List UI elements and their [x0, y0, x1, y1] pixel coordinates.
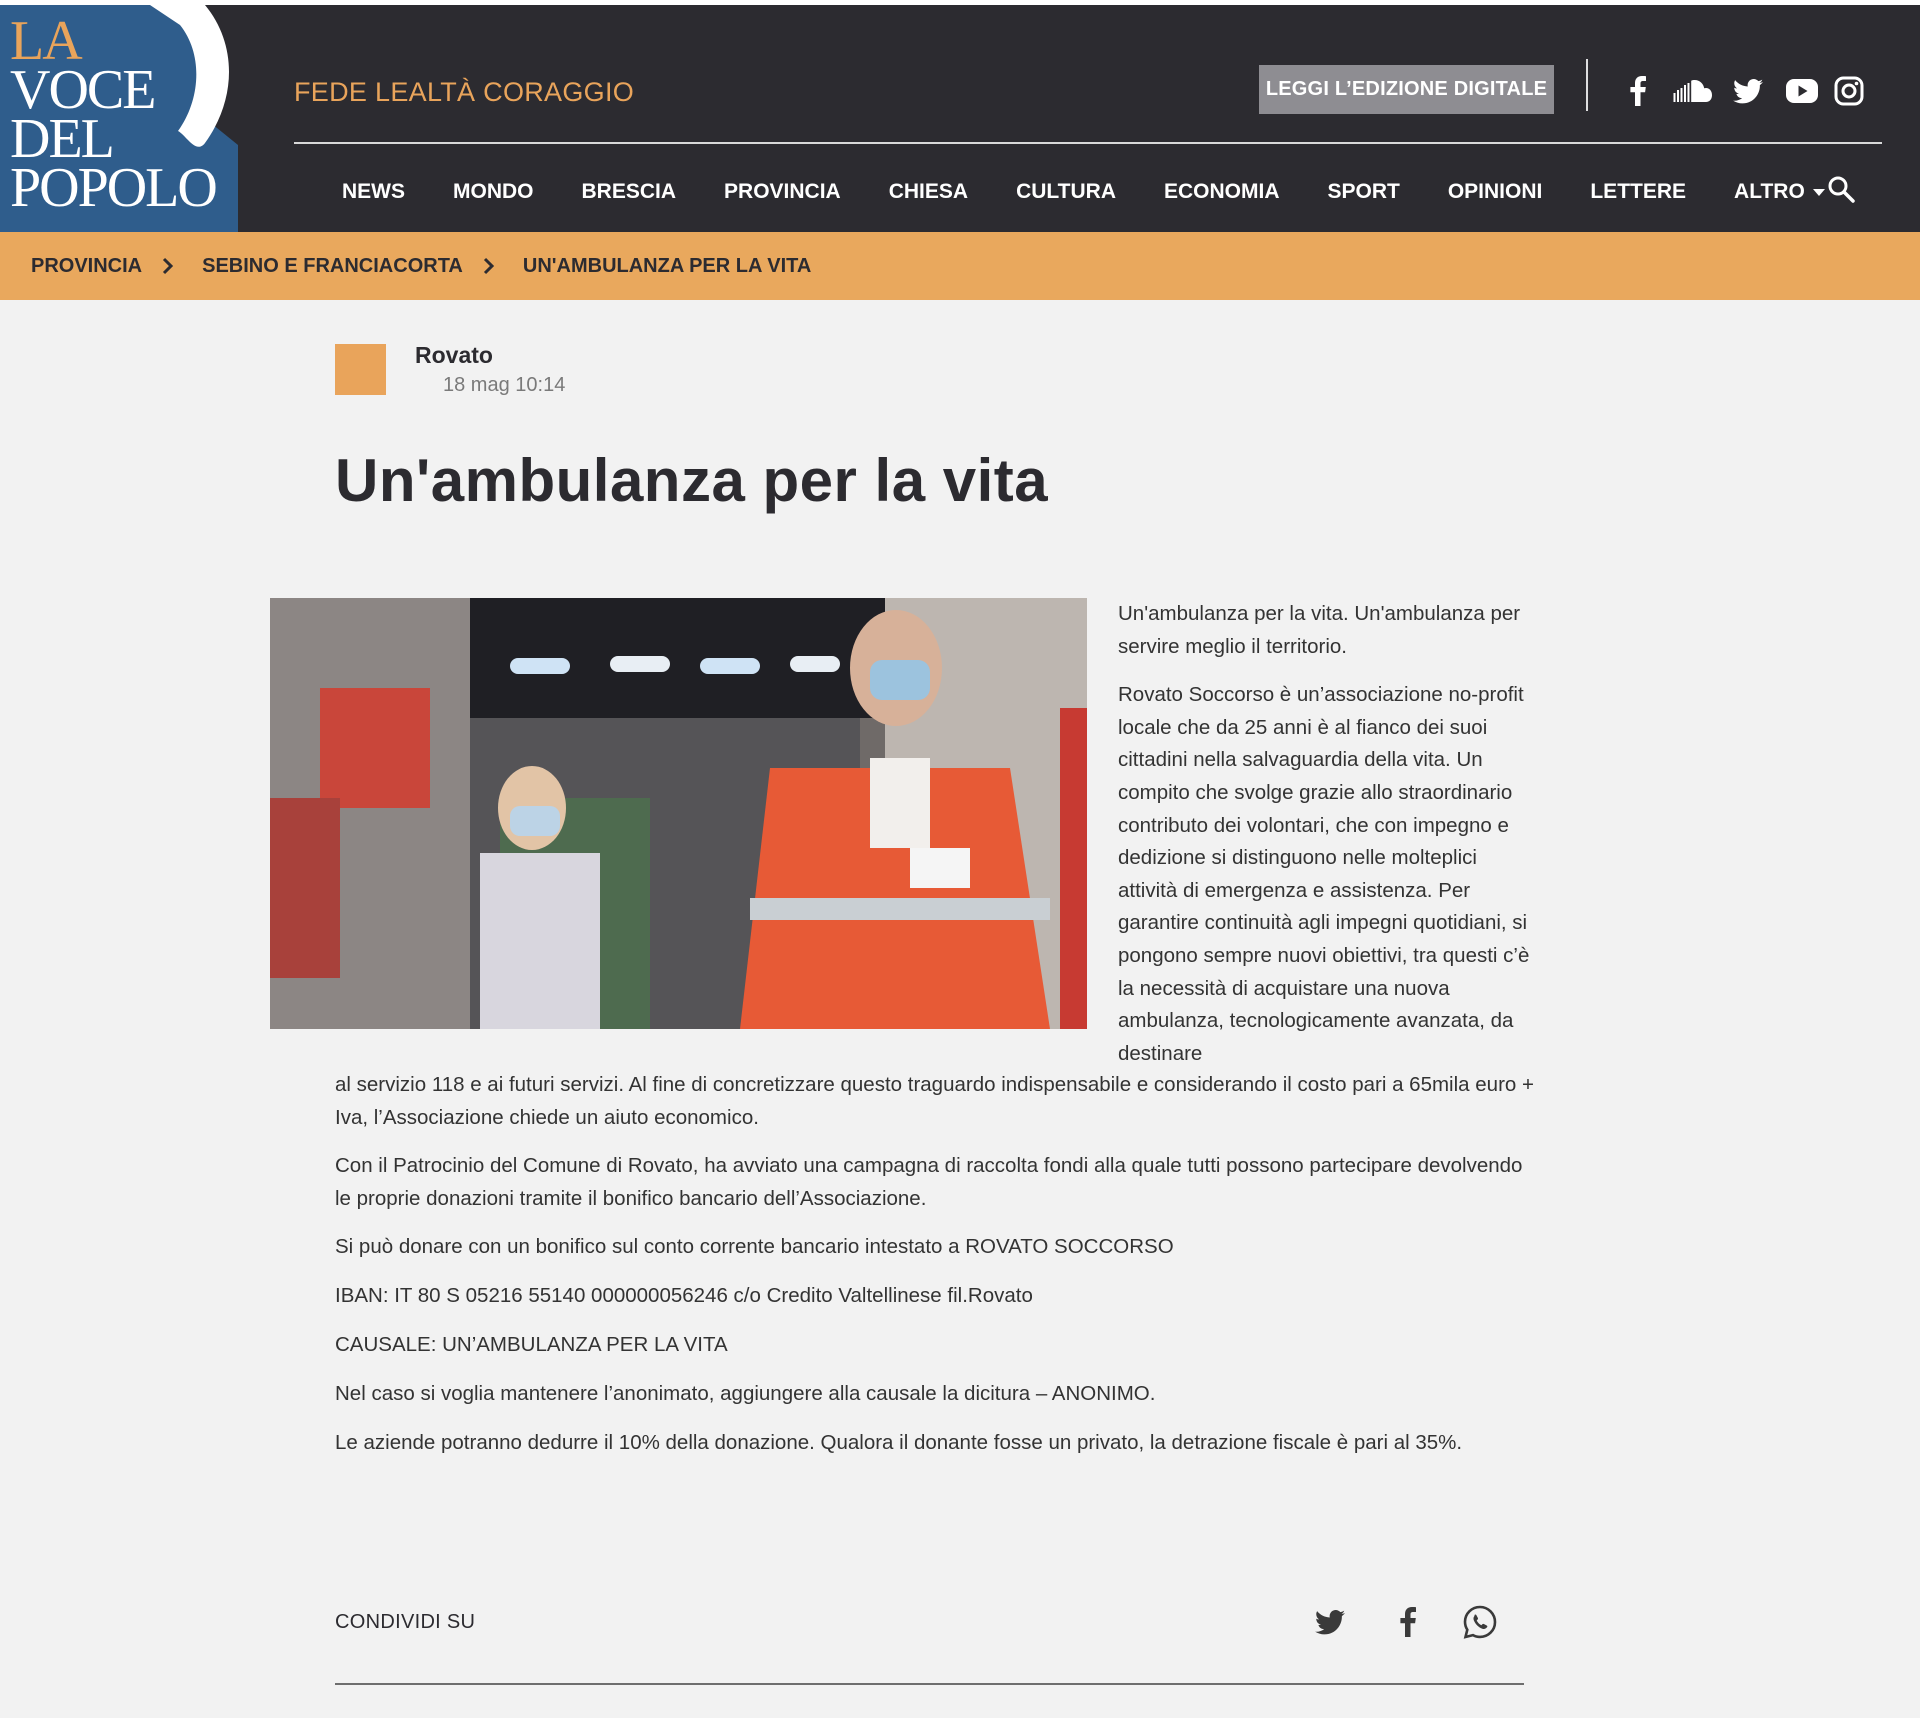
share-divider	[335, 1683, 1524, 1685]
breadcrumb-item-current: UN'AMBULANZA PER LA VITA	[522, 254, 812, 277]
digital-edition-button[interactable]: LEGGI L’EDIZIONE DIGITALE	[1259, 65, 1554, 114]
facebook-icon[interactable]	[1618, 71, 1658, 111]
nav-item-chiesa[interactable]: CHIESA	[889, 180, 968, 204]
article-paragraph-2a: Rovato Soccorso è un’associazione no-pro…	[1118, 683, 1530, 1065]
chevron-right-icon	[483, 257, 495, 275]
article-photo	[270, 598, 1087, 1029]
share-label: CONDIVIDI SU	[335, 1611, 476, 1633]
article-paragraph-4: Si può donare con un bonifico sul conto …	[335, 1235, 1174, 1258]
article-paragraph-7: Nel caso si voglia mantenere l’anonimato…	[335, 1382, 1156, 1405]
article-paragraph-6: CAUSALE: UN’AMBULANZA PER LA VITA	[335, 1333, 728, 1356]
nav-item-cultura[interactable]: CULTURA	[1016, 180, 1116, 204]
article-paragraph-1: Un'ambulanza per la vita. Un'ambulanza p…	[1118, 602, 1521, 658]
nav-item-opinioni[interactable]: OPINIONI	[1448, 180, 1543, 204]
site-motto: FEDE LEALTÀ CORAGGIO	[294, 77, 635, 107]
caret-down-icon	[1812, 188, 1825, 196]
nav-item-news[interactable]: NEWS	[342, 180, 405, 204]
article-date: 18 mag 10:14	[443, 374, 566, 396]
nav-item-altro[interactable]: ALTRO	[1734, 180, 1825, 204]
nav-item-brescia[interactable]: BRESCIA	[582, 180, 677, 204]
article-body-wrap: Un'ambulanza per la vita. Un'ambulanza p…	[1118, 598, 1530, 1070]
nav-item-mondo[interactable]: MONDO	[453, 180, 534, 204]
article-paragraph-2b: al servizio 118 e ai futuri servizi. Al …	[335, 1073, 1534, 1129]
header-separator	[294, 142, 1882, 144]
nav-item-sport[interactable]: SPORT	[1328, 180, 1400, 204]
article-paragraph-3: Con il Patrocinio del Comune di Rovato, …	[335, 1154, 1523, 1210]
search-icon[interactable]	[1826, 174, 1858, 206]
article-author[interactable]: Rovato	[415, 342, 493, 369]
youtube-icon[interactable]	[1782, 71, 1822, 111]
logo-line-popolo: POPOLO	[10, 157, 218, 219]
nav-item-lettere[interactable]: LETTERE	[1590, 180, 1686, 204]
logo-text: LA VOCE DEL POPOLO	[10, 13, 218, 219]
share-whatsapp-icon[interactable]	[1460, 1602, 1500, 1642]
site-header: LA VOCE DEL POPOLO FEDE LEALTÀ CORAGGIO …	[0, 5, 1920, 232]
twitter-icon[interactable]	[1728, 71, 1768, 111]
article-title: Un'ambulanza per la vita	[335, 447, 1049, 514]
main-nav: NEWS MONDO BRESCIA PROVINCIA CHIESA CULT…	[294, 172, 1825, 212]
nav-item-economia[interactable]: ECONOMIA	[1164, 180, 1280, 204]
breadcrumb-item-provincia[interactable]: PROVINCIA	[31, 255, 142, 278]
nav-item-altro-label: ALTRO	[1734, 180, 1805, 203]
header-divider	[1586, 59, 1588, 111]
soundcloud-icon[interactable]	[1673, 71, 1715, 111]
article-paragraph-8: Le aziende potranno dedurre il 10% della…	[335, 1431, 1463, 1454]
article-paragraph-5: IBAN: IT 80 S 05216 55140 000000056246 c…	[335, 1284, 1033, 1307]
breadcrumb: PROVINCIA SEBINO E FRANCIACORTA UN'AMBUL…	[0, 232, 1920, 300]
nav-item-provincia[interactable]: PROVINCIA	[724, 180, 841, 204]
instagram-icon[interactable]	[1829, 71, 1869, 111]
author-avatar	[335, 344, 386, 395]
share-twitter-icon[interactable]	[1310, 1602, 1350, 1642]
chevron-right-icon	[162, 257, 174, 275]
breadcrumb-item-sebino[interactable]: SEBINO E FRANCIACORTA	[202, 255, 463, 278]
site-logo[interactable]: LA VOCE DEL POPOLO	[0, 5, 238, 232]
share-facebook-icon[interactable]	[1388, 1602, 1428, 1642]
